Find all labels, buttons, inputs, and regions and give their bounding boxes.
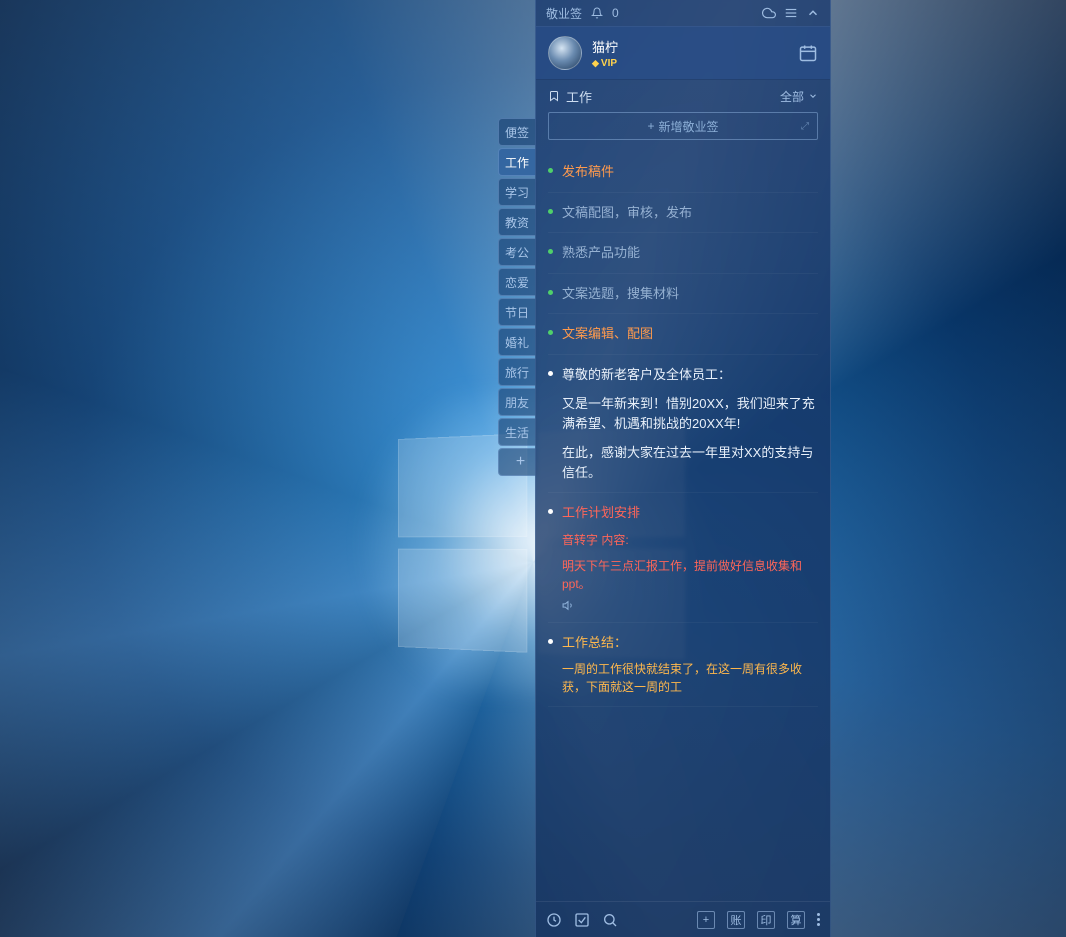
sidebar-add-tab[interactable]: +: [498, 448, 536, 476]
note-item[interactable]: 尊敬的新老客户及全体员工： 又是一年新来到！惜别20XX，我们迎来了充满希望、机遇…: [548, 355, 818, 494]
filter-dropdown[interactable]: 全部: [780, 88, 818, 105]
chevron-down-icon: [808, 91, 818, 101]
note-subtext: 音转字 内容:: [562, 531, 818, 549]
note-item[interactable]: 工作计划安排音转字 内容: 明天下午三点汇报工作，提前做好信息收集和 ppt。: [548, 493, 818, 623]
note-item[interactable]: 工作总结： 一周的工作很快就结束了，在这一周有很多收获，下面就这一周的工: [548, 623, 818, 708]
notes-list: 发布稿件文稿配图，审核，发布熟悉产品功能文案选题，搜集材料文案编辑、配图尊敬的新…: [536, 148, 830, 901]
notification-count: 0: [612, 6, 619, 20]
search-icon[interactable]: [602, 912, 618, 928]
add-note-label: 新增敬业签: [659, 118, 719, 135]
plus-icon: +: [647, 119, 654, 133]
note-text: 文稿配图，审核，发布: [562, 203, 818, 223]
sidebar-tab[interactable]: 恋爱: [498, 268, 536, 296]
sidebar-tab[interactable]: 节日: [498, 298, 536, 326]
note-text: 发布稿件: [562, 162, 818, 182]
category-side-tabs: 便签工作学习教资考公恋爱节日婚礼旅行朋友生活+: [498, 118, 536, 476]
vip-badge: VIP: [592, 58, 788, 69]
note-text: 文案编辑、配图: [562, 324, 818, 344]
audio-icon[interactable]: [562, 599, 818, 612]
ledger-button[interactable]: 账: [727, 911, 745, 929]
add-square-button[interactable]: +: [697, 911, 715, 929]
calc-button[interactable]: 算: [787, 911, 805, 929]
note-item[interactable]: 文稿配图，审核，发布: [548, 193, 818, 234]
sidebar-tab[interactable]: 生活: [498, 418, 536, 446]
clock-icon[interactable]: [546, 912, 562, 928]
add-note-button[interactable]: + 新增敬业签 ⤢: [548, 112, 818, 140]
sidebar-tab[interactable]: 工作: [498, 148, 536, 176]
note-subtext: 一周的工作很快就结束了，在这一周有很多收获，下面就这一周的工: [562, 660, 818, 696]
bell-icon[interactable]: [590, 6, 604, 20]
note-item[interactable]: 熟悉产品功能: [548, 233, 818, 274]
expand-icon: ⤢: [801, 121, 809, 132]
note-app-panel: 敬业签 0 猫柠 VIP: [535, 0, 831, 937]
note-subtext: 明天下午三点汇报工作，提前做好信息收集和 ppt。: [562, 557, 818, 593]
bookmark-icon: [548, 90, 560, 102]
calendar-icon[interactable]: [798, 43, 818, 63]
note-text: 工作计划安排: [562, 503, 818, 523]
sidebar-tab[interactable]: 旅行: [498, 358, 536, 386]
user-header: 猫柠 VIP: [536, 26, 830, 80]
note-text: 工作总结：: [562, 633, 818, 653]
bottom-toolbar: + 账 印 算: [536, 901, 830, 937]
sidebar-tab[interactable]: 教资: [498, 208, 536, 236]
sidebar-tab[interactable]: 朋友: [498, 388, 536, 416]
checkbox-done-icon[interactable]: [574, 912, 590, 928]
titlebar: 敬业签 0: [536, 0, 830, 26]
list-subheader: 工作 全部: [536, 80, 830, 112]
note-text: 熟悉产品功能: [562, 243, 818, 263]
note-text: 文案选题，搜集材料: [562, 284, 818, 304]
note-text: 在此，感谢大家在过去一年里对XX的支持与信任。: [562, 443, 818, 482]
note-item[interactable]: 文案编辑、配图: [548, 314, 818, 355]
username: 猫柠: [592, 37, 788, 56]
menu-lines-icon[interactable]: [784, 6, 798, 20]
note-item[interactable]: 文案选题，搜集材料: [548, 274, 818, 315]
note-item[interactable]: 发布稿件: [548, 152, 818, 193]
sidebar-tab[interactable]: 便签: [498, 118, 536, 146]
cloud-icon[interactable]: [762, 6, 776, 20]
note-text: 尊敬的新老客户及全体员工：: [562, 365, 818, 385]
note-text: 又是一年新来到！惜别20XX，我们迎来了充满希望、机遇和挑战的20XX年!: [562, 394, 818, 433]
stamp-button[interactable]: 印: [757, 911, 775, 929]
sidebar-tab[interactable]: 婚礼: [498, 328, 536, 356]
sidebar-tab[interactable]: 学习: [498, 178, 536, 206]
sidebar-tab[interactable]: 考公: [498, 238, 536, 266]
collapse-up-icon[interactable]: [806, 6, 820, 20]
current-category: 工作: [566, 87, 592, 106]
avatar[interactable]: [548, 36, 582, 70]
more-dots-icon[interactable]: [817, 913, 820, 926]
app-title: 敬业签: [546, 5, 582, 22]
